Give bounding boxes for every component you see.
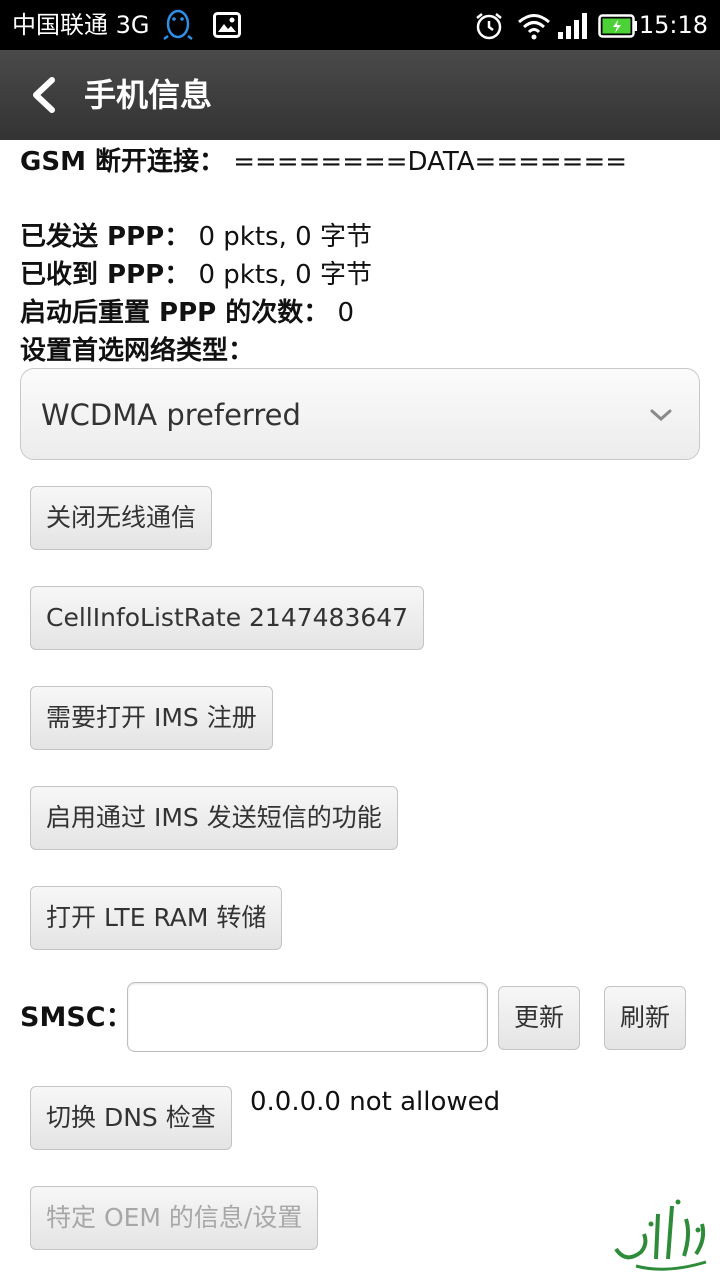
cell-info-rate-button[interactable]: CellInfoListRate 2147483647 bbox=[30, 586, 425, 650]
carrier-label: 中国联通 3G bbox=[12, 11, 150, 39]
ppp-sent-row: 已发送 PPP： 0 pkts, 0 字节 bbox=[20, 219, 372, 255]
network-type-label: 设置首选网络类型： bbox=[20, 336, 255, 366]
dns-check-result: 0.0.0.0 not allowed bbox=[250, 1087, 501, 1117]
ppp-sent-label: 已发送 PPP： bbox=[20, 222, 191, 252]
radio-off-button[interactable]: 关闭无线通信 bbox=[30, 486, 213, 550]
clock: 15:18 bbox=[638, 11, 708, 39]
status-bar: 中国联通 3G 15:18 bbox=[0, 0, 720, 50]
smsc-input[interactable] bbox=[127, 982, 488, 1052]
lte-ram-dump-button[interactable]: 打开 LTE RAM 转储 bbox=[30, 886, 283, 950]
back-arrow-icon[interactable] bbox=[20, 70, 70, 120]
qq-penguin-icon bbox=[162, 8, 194, 46]
network-type-row: 设置首选网络类型： bbox=[20, 333, 254, 369]
gsm-status-value: ========DATA======= bbox=[233, 147, 628, 177]
phone-info-content: GSM 断开连接： ========DATA======= 已发送 PPP： 0… bbox=[0, 140, 720, 1280]
ppp-reset-row: 启动后重置 PPP 的次数： 0 bbox=[20, 295, 354, 331]
calligraphy-watermark bbox=[606, 1194, 716, 1274]
ims-register-button[interactable]: 需要打开 IMS 注册 bbox=[30, 686, 273, 750]
page-title: 手机信息 bbox=[84, 76, 213, 114]
smsc-refresh-button[interactable]: 刷新 bbox=[604, 986, 687, 1050]
image-notification-icon bbox=[213, 12, 241, 42]
gsm-status-label: GSM 断开连接： bbox=[20, 147, 225, 177]
network-type-select[interactable]: WCDMA preferred bbox=[20, 368, 700, 460]
signal-icon bbox=[556, 12, 590, 44]
oem-info-button[interactable]: 特定 OEM 的信息/设置 bbox=[30, 1186, 319, 1250]
gsm-status-row: GSM 断开连接： ========DATA======= bbox=[20, 144, 627, 180]
ppp-received-label: 已收到 PPP： bbox=[20, 260, 191, 290]
ppp-reset-label: 启动后重置 PPP 的次数： bbox=[20, 298, 330, 328]
dns-check-toggle-button[interactable]: 切换 DNS 检查 bbox=[30, 1086, 232, 1150]
action-bar: 手机信息 bbox=[0, 50, 720, 140]
smsc-update-button[interactable]: 更新 bbox=[498, 986, 581, 1050]
ppp-sent-value: 0 pkts, 0 字节 bbox=[198, 222, 372, 252]
chevron-down-icon bbox=[649, 403, 673, 427]
smsc-label: SMSC： bbox=[20, 1002, 133, 1033]
ppp-reset-value: 0 bbox=[337, 298, 355, 328]
alarm-icon bbox=[474, 11, 504, 45]
sms-over-ims-button[interactable]: 启用通过 IMS 发送短信的功能 bbox=[30, 786, 398, 850]
wifi-icon bbox=[517, 12, 551, 44]
battery-icon bbox=[598, 14, 638, 42]
ppp-received-value: 0 pkts, 0 字节 bbox=[198, 260, 372, 290]
ppp-received-row: 已收到 PPP： 0 pkts, 0 字节 bbox=[20, 257, 372, 293]
network-type-selected-value: WCDMA preferred bbox=[41, 398, 301, 432]
